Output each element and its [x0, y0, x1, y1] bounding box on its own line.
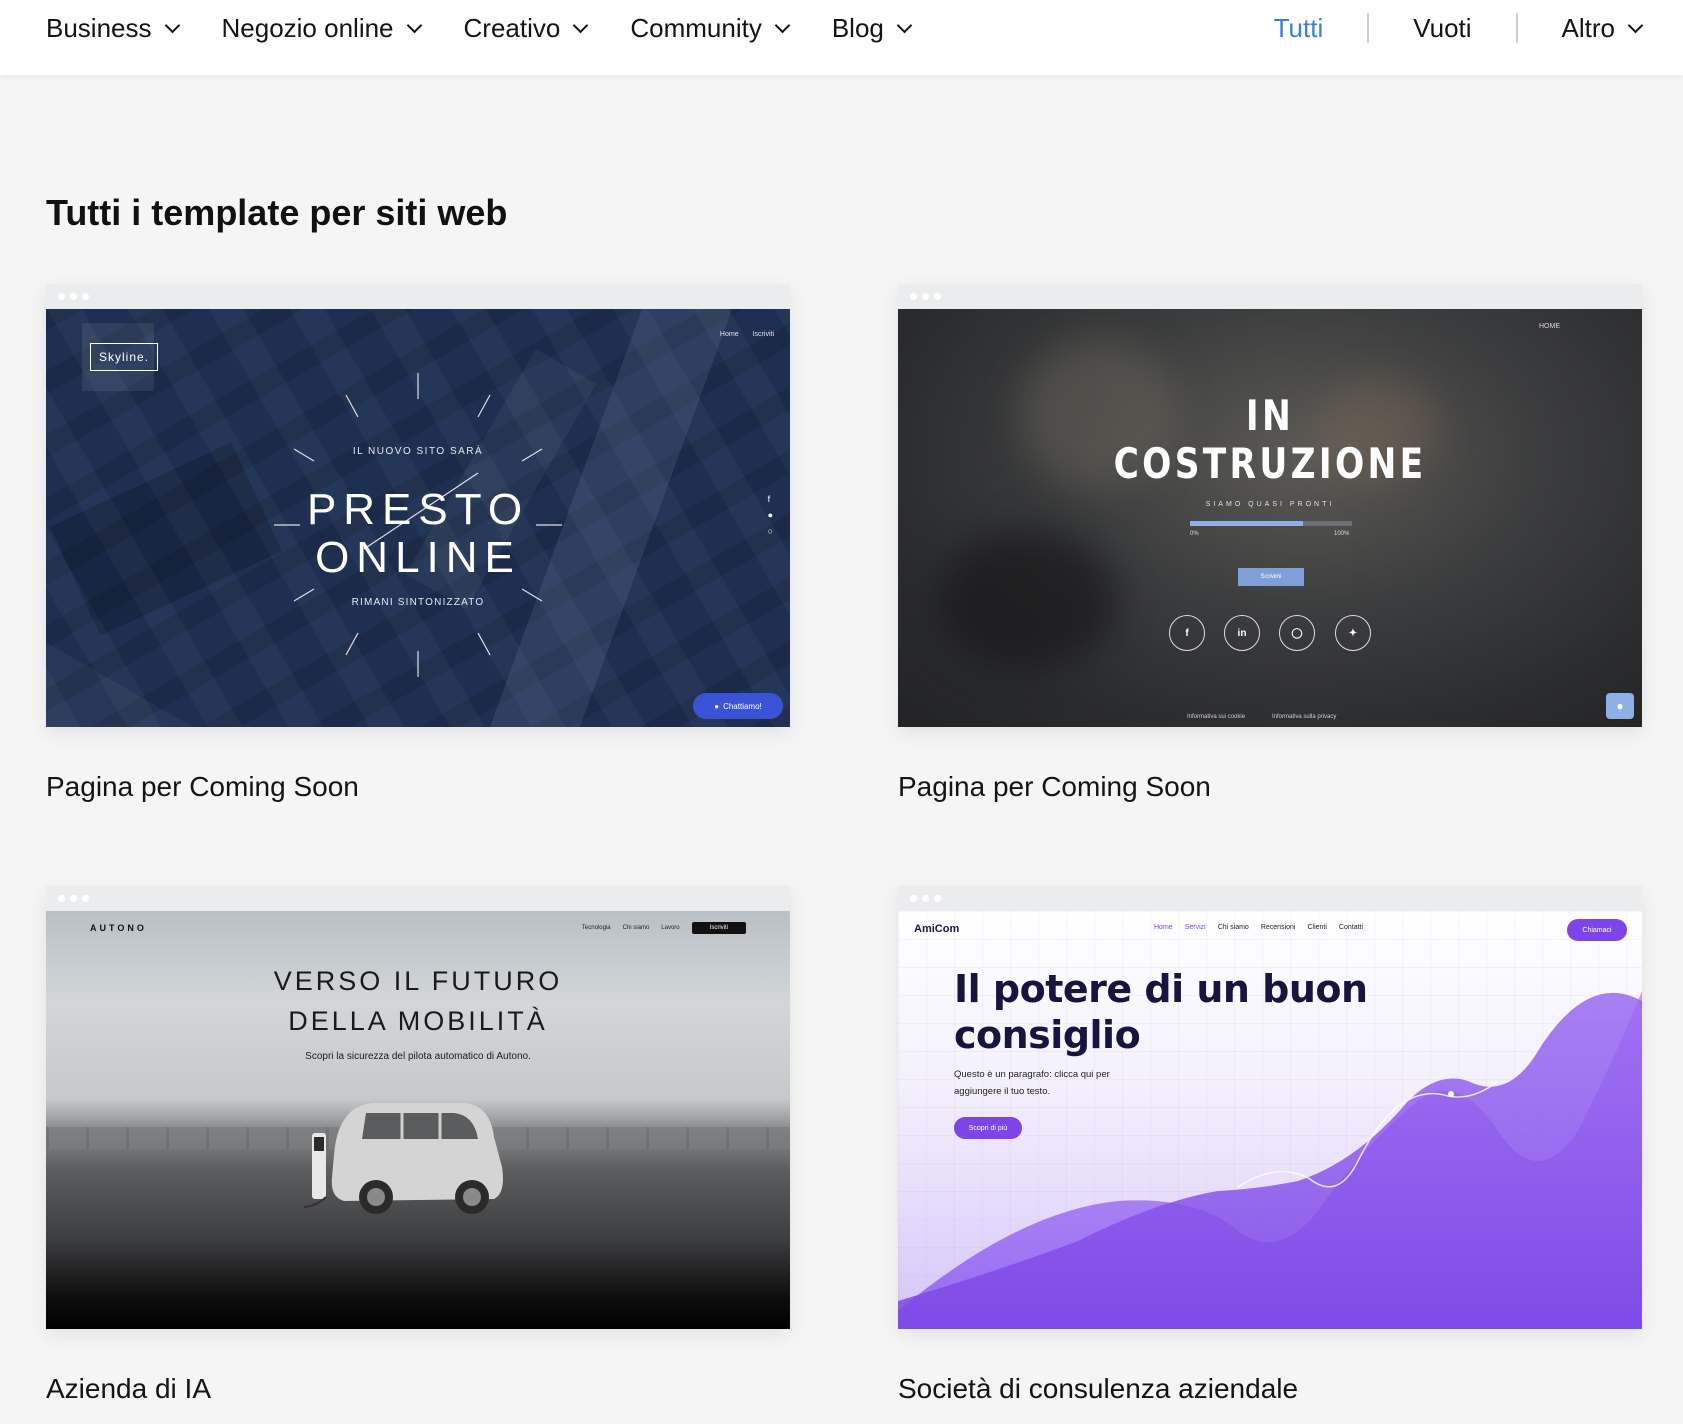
- nav-item-label: Blog: [831, 12, 884, 43]
- template-card[interactable]: AUTONO Tecnologia Chi siamo Lavoro Iscri…: [46, 886, 790, 1405]
- preview-nav: Home Servizi Chi siamo Recensioni Client…: [1154, 924, 1363, 931]
- preview-headline: DELLA MOBILITÀ: [288, 1006, 548, 1036]
- preview-nav: Tecnologia Chi siamo Lavoro Iscriviti: [582, 922, 746, 934]
- chevron-down-icon: [573, 17, 589, 33]
- preview-screenshot: HOME IN COSTRUZIONE SIAMO QUASI PRONTI 0…: [898, 309, 1642, 727]
- preview-nav-item: Tecnologia: [581, 925, 611, 931]
- preview-nav-item: Home: [1154, 924, 1173, 931]
- progress-end-label: 100%: [1334, 531, 1350, 537]
- preview-subscribe-button: Scrivimi: [1238, 568, 1304, 586]
- top-navigation: Business Negozio online Creativo Communi…: [0, 0, 1683, 75]
- template-preview[interactable]: AmiCom Home Servizi Chi siamo Recensioni…: [898, 886, 1642, 1329]
- template-card[interactable]: HOME IN COSTRUZIONE SIAMO QUASI PRONTI 0…: [898, 284, 1642, 803]
- chat-icon: ●: [1606, 693, 1634, 719]
- preview-nav-item: Recensioni: [1260, 924, 1296, 931]
- preview-footer-link: Informativa sui cookie: [1187, 714, 1246, 720]
- nav-item-label: Creativo: [463, 12, 561, 43]
- preview-headline: ONLINE: [315, 533, 521, 582]
- preview-screenshot: Skyline. Home Iscriviti IL NUOVO SITO SA…: [46, 309, 790, 727]
- browser-chrome: [898, 886, 1642, 911]
- nav-item-creativo[interactable]: Creativo: [463, 12, 589, 44]
- filter-nav: Tutti Vuoti Altro: [1230, 0, 1644, 56]
- preview-logo: AUTONO: [90, 923, 147, 933]
- progress-fill: [1190, 521, 1304, 526]
- chevron-down-icon: [406, 17, 422, 33]
- browser-chrome: [46, 284, 790, 309]
- preview-nav-item: Contatti: [1338, 924, 1364, 931]
- browser-chrome: [46, 886, 790, 911]
- page-title: Tutti i template per siti web: [46, 192, 508, 233]
- nav-item-community[interactable]: Community: [630, 12, 791, 44]
- nav-item-label: Altro: [1561, 12, 1615, 43]
- chevron-down-icon: [896, 17, 913, 33]
- preview-headline: IN: [1245, 391, 1295, 440]
- preview-paragraph: Questo è un paragrafo: clicca qui per ag…: [954, 1069, 1110, 1097]
- preview-nav-item: Lavoro: [661, 925, 680, 931]
- preview-nav-item: Servizi: [1184, 924, 1206, 931]
- preview-subtitle: SIAMO QUASI PRONTI: [1205, 501, 1335, 508]
- template-preview[interactable]: AUTONO Tecnologia Chi siamo Lavoro Iscri…: [46, 886, 790, 1329]
- template-title[interactable]: Pagina per Coming Soon: [46, 771, 790, 803]
- template-title[interactable]: Società di consulenza aziendale: [898, 1373, 1642, 1405]
- social-icons: f ● ○: [768, 494, 773, 536]
- twitter-icon: ✦: [1335, 615, 1371, 651]
- preview-nav-item: Chi siamo: [622, 925, 650, 931]
- instagram-icon: ○: [767, 526, 773, 536]
- chat-label: Chattiamo!: [723, 701, 762, 711]
- progress-bar: [1190, 521, 1352, 526]
- preview-headline: VERSO IL FUTURO: [273, 966, 563, 996]
- preview-logo: AmiCom: [914, 923, 960, 935]
- nav-item-altro[interactable]: Altro: [1518, 12, 1644, 44]
- nav-item-business[interactable]: Business: [46, 12, 180, 44]
- progress-start-label: 0%: [1190, 531, 1199, 537]
- chevron-down-icon: [774, 17, 791, 33]
- template-preview[interactable]: HOME IN COSTRUZIONE SIAMO QUASI PRONTI 0…: [898, 284, 1642, 727]
- chat-icon: ●: [714, 701, 720, 711]
- linkedin-icon: in: [1224, 615, 1260, 651]
- preview-button: Scopri di più: [954, 1117, 1022, 1139]
- category-nav: Business Negozio online Creativo Communi…: [46, 0, 954, 56]
- preview-screenshot: AUTONO Tecnologia Chi siamo Lavoro Iscri…: [46, 911, 790, 1329]
- preview-headline: Il potere di un buon consiglio: [954, 967, 1368, 1057]
- twitter-icon: ●: [767, 510, 773, 520]
- preview-nav-item: HOME: [1539, 323, 1560, 330]
- preview-kicker: IL NUOVO SITO SARÀ: [352, 446, 484, 457]
- template-card[interactable]: Skyline. Home Iscriviti IL NUOVO SITO SA…: [46, 284, 790, 803]
- template-preview[interactable]: Skyline. Home Iscriviti IL NUOVO SITO SA…: [46, 284, 790, 727]
- template-card[interactable]: AmiCom Home Servizi Chi siamo Recensioni…: [898, 886, 1642, 1405]
- nav-item-tutti[interactable]: Tutti: [1230, 13, 1368, 44]
- chevron-down-icon: [164, 17, 180, 33]
- instagram-icon: ◯: [1279, 615, 1315, 651]
- preview-nav-item: Chi siamo: [1217, 924, 1249, 931]
- preview-headline: COSTRUZIONE: [1113, 439, 1427, 488]
- preview-cta: Iscriviti: [691, 922, 746, 934]
- facebook-icon: f: [1169, 615, 1205, 651]
- preview-screenshot: AmiCom Home Servizi Chi siamo Recensioni…: [898, 911, 1642, 1329]
- preview-subtitle: Scopri la sicurezza del pilota automatic…: [305, 1051, 531, 1062]
- nav-item-label: Community: [630, 12, 762, 43]
- preview-subtitle: RIMANI SINTONIZZATO: [351, 597, 485, 608]
- car-illustration: [304, 1103, 503, 1214]
- nav-item-negozio-online[interactable]: Negozio online: [221, 12, 422, 44]
- template-title[interactable]: Azienda di IA: [46, 1373, 790, 1405]
- chat-button: ● Chattiamo!: [693, 693, 783, 719]
- chevron-down-icon: [1627, 17, 1644, 33]
- facebook-icon: f: [767, 494, 771, 504]
- nav-item-blog[interactable]: Blog: [831, 12, 913, 44]
- preview-footer-link: Informativa sulla privacy: [1272, 714, 1337, 720]
- nav-item-label: Negozio online: [221, 12, 394, 43]
- template-title[interactable]: Pagina per Coming Soon: [898, 771, 1642, 803]
- preview-nav-item: Clienti: [1307, 924, 1327, 931]
- browser-chrome: [898, 284, 1642, 309]
- preview-headline: PRESTO: [306, 485, 530, 534]
- preview-cta: Chiamaci: [1567, 919, 1627, 941]
- nav-item-vuoti[interactable]: Vuoti: [1369, 13, 1515, 44]
- nav-item-label: Business: [46, 12, 152, 43]
